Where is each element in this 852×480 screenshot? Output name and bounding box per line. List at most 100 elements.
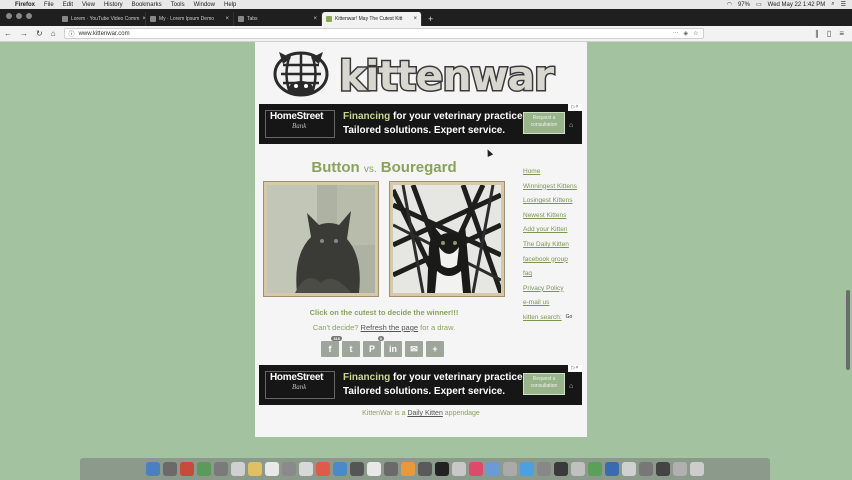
ad-banner-bottom[interactable]: HomeStreet Bank Financing for your veter…	[259, 365, 582, 405]
ad-close-icon[interactable]: ▷×	[568, 365, 582, 372]
terminal-icon[interactable]	[435, 462, 449, 476]
close-tab-icon[interactable]: ×	[313, 16, 317, 22]
music-icon[interactable]	[469, 462, 483, 476]
nav-winningest[interactable]: Winningest Kittens	[523, 183, 585, 198]
reload-icon[interactable]: ↻	[36, 29, 43, 38]
photos-icon[interactable]	[316, 462, 330, 476]
app-icon[interactable]	[333, 462, 347, 476]
nav-email[interactable]: e-mail us	[523, 299, 585, 314]
kitten-photo-right[interactable]	[389, 181, 505, 297]
calendar-icon[interactable]	[265, 462, 279, 476]
menu-help[interactable]: Help	[224, 2, 236, 8]
sidebar-icon[interactable]: ▯	[827, 29, 831, 38]
fullscreen-window-icon[interactable]	[26, 13, 32, 19]
menu-app-name[interactable]: Firefox	[15, 2, 35, 8]
search-icon[interactable]: ⌕	[831, 1, 834, 8]
more-share-button[interactable]: +	[426, 341, 444, 357]
settings-icon[interactable]	[537, 462, 551, 476]
app-icon[interactable]	[452, 462, 466, 476]
url-bar[interactable]: ⓘ www.kittenwar.com ··· ◈ ☆	[63, 28, 704, 39]
forward-icon[interactable]: →	[20, 29, 28, 38]
linkedin-share-button[interactable]: in	[384, 341, 402, 357]
nav-newest[interactable]: Newest Kittens	[523, 212, 585, 227]
menu-edit[interactable]: Edit	[63, 2, 73, 8]
tab-2[interactable]: My · Lorem Ipsum Demo ×	[146, 12, 234, 26]
bookmark-star-icon[interactable]: ☆	[693, 30, 698, 37]
site-info-icon[interactable]: ⓘ	[69, 29, 75, 38]
app-icon[interactable]	[282, 462, 296, 476]
search-go-button[interactable]: Go	[566, 314, 573, 320]
app-icon[interactable]	[656, 462, 670, 476]
app-icon[interactable]	[588, 462, 602, 476]
app-icon[interactable]	[180, 462, 194, 476]
tab-kittenwar[interactable]: Kittenwar! May The Cutest Kitt ×	[322, 12, 422, 26]
close-tab-icon[interactable]: ×	[225, 16, 229, 22]
wifi-icon[interactable]: ◠	[727, 1, 732, 8]
launchpad-icon[interactable]	[163, 462, 177, 476]
facebook-share-button[interactable]: f 316	[321, 336, 342, 357]
nav-home[interactable]: Home	[523, 168, 585, 183]
home-icon[interactable]: ⌂	[51, 29, 56, 38]
kitten-image-button[interactable]	[267, 185, 375, 293]
app-icon[interactable]	[486, 462, 500, 476]
nav-facebook-group[interactable]: facebook group	[523, 256, 585, 271]
tab-1[interactable]: Lorem · YouTube Video Comm ×	[58, 12, 146, 26]
kitten-search-label[interactable]: kitten search:	[523, 314, 562, 321]
kitten-image-button[interactable]	[390, 183, 504, 295]
app-icon[interactable]	[571, 462, 585, 476]
battery-icon[interactable]: ▭	[756, 1, 762, 8]
trash-icon[interactable]	[690, 462, 704, 476]
app-icon[interactable]	[503, 462, 517, 476]
ad-cta-button[interactable]: Request a consultation	[523, 112, 565, 134]
minimize-window-icon[interactable]	[16, 13, 22, 19]
app-icon[interactable]	[418, 462, 432, 476]
page-scrollbar[interactable]	[846, 290, 850, 370]
menu-history[interactable]: History	[104, 2, 123, 8]
daily-kitten-link[interactable]: Daily Kitten	[407, 410, 442, 417]
new-tab-button[interactable]: +	[422, 12, 439, 26]
app-icon[interactable]	[622, 462, 636, 476]
app-icon[interactable]	[231, 462, 245, 476]
downloads-icon[interactable]	[673, 462, 687, 476]
url-text[interactable]: www.kittenwar.com	[79, 31, 130, 37]
clock[interactable]: Wed May 22 1:42 PM	[768, 2, 826, 8]
notes-icon[interactable]	[248, 462, 262, 476]
app-icon[interactable]	[554, 462, 568, 476]
page-actions-icon[interactable]: ···	[673, 30, 679, 37]
menu-tools[interactable]: Tools	[171, 2, 185, 8]
app-store-icon[interactable]	[520, 462, 534, 476]
ad-cta-button[interactable]: Request a consultation	[523, 373, 565, 395]
battery-percent[interactable]: 97%	[738, 2, 750, 8]
menu-bookmarks[interactable]: Bookmarks	[132, 2, 162, 8]
menu-window[interactable]: Window	[194, 2, 215, 8]
email-share-button[interactable]: ✉	[405, 341, 423, 357]
finder-icon[interactable]	[146, 462, 160, 476]
app-icon[interactable]	[384, 462, 398, 476]
kittenwar-logo[interactable]: kittenwar	[273, 50, 571, 102]
app-icon[interactable]	[214, 462, 228, 476]
tab-3[interactable]: Tabs ×	[234, 12, 322, 26]
twitter-share-button[interactable]: t	[342, 341, 360, 357]
pocket-icon[interactable]: ◈	[684, 30, 689, 37]
ad-close-icon[interactable]: ▷×	[568, 104, 582, 111]
close-window-icon[interactable]	[6, 13, 12, 19]
menu-list-icon[interactable]: ☰	[841, 1, 846, 8]
app-icon[interactable]	[197, 462, 211, 476]
refresh-page-link[interactable]: Refresh the page	[361, 323, 419, 332]
close-tab-icon[interactable]: ×	[413, 16, 417, 22]
pinterest-share-button[interactable]: P0	[363, 336, 384, 357]
app-icon[interactable]	[350, 462, 364, 476]
nav-privacy[interactable]: Privacy Policy	[523, 285, 585, 300]
app-icon[interactable]	[639, 462, 653, 476]
app-icon[interactable]	[367, 462, 381, 476]
ad-banner-top[interactable]: HomeStreet Bank Financing for your veter…	[259, 104, 582, 144]
nav-add-kitten[interactable]: Add your Kitten	[523, 226, 585, 241]
kitten-photo-left[interactable]	[263, 181, 379, 297]
nav-daily-kitten[interactable]: The Daily Kitten	[523, 241, 585, 256]
library-icon[interactable]: ∥	[815, 29, 819, 38]
hamburger-menu-icon[interactable]: ≡	[839, 29, 844, 38]
nav-losingest[interactable]: Losingest Kittens	[523, 197, 585, 212]
nav-faq[interactable]: faq	[523, 270, 585, 285]
firefox-icon[interactable]	[401, 462, 415, 476]
back-icon[interactable]: ←	[4, 29, 12, 38]
